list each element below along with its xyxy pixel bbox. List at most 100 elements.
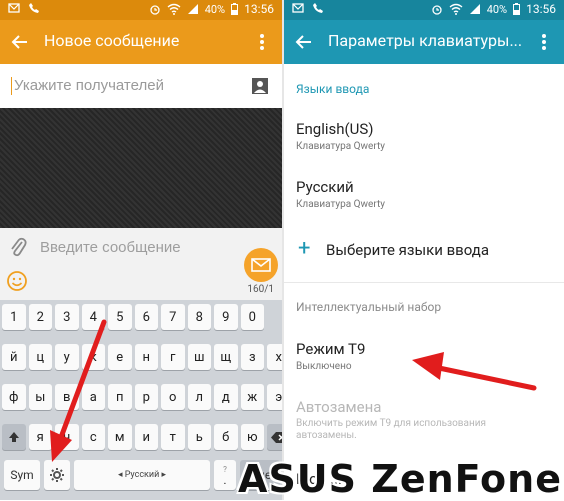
key[interactable]: й [2, 344, 26, 370]
language-subtitle: Клавиатура Qwerty [296, 199, 385, 210]
space-key[interactable]: ◂ Русский ▸ [74, 460, 210, 490]
section-header-smart-typing: Интеллектуальный набор [296, 300, 442, 314]
page-title: Новое сообщение [44, 31, 180, 50]
key[interactable]: ь [187, 424, 211, 450]
status-time: 13:56 [526, 2, 556, 16]
key[interactable]: п [108, 384, 132, 410]
alarm-icon [149, 3, 161, 15]
overflow-menu-icon[interactable] [532, 30, 556, 54]
section-header-input-languages: Языки ввода [296, 82, 370, 96]
key[interactable]: 2 [28, 304, 52, 330]
key[interactable]: 7 [161, 304, 185, 330]
key[interactable]: р [134, 384, 158, 410]
key[interactable]: м [108, 424, 132, 450]
phone-icon [312, 2, 324, 14]
language-title: English(US) [296, 120, 374, 138]
key[interactable]: с [81, 424, 105, 450]
t9-status: Выключено [296, 361, 352, 372]
key[interactable]: 0 [240, 304, 264, 330]
key[interactable]: б [214, 424, 238, 450]
divider [284, 282, 564, 283]
sym-key[interactable]: Sym [4, 460, 40, 490]
compose-bar: 160/1 [0, 228, 282, 300]
status-bar: 40% 13:56 [0, 0, 282, 20]
settings-key[interactable] [44, 460, 70, 490]
key[interactable]: е [108, 344, 132, 370]
attach-icon[interactable] [8, 236, 28, 260]
key[interactable]: т [161, 424, 185, 450]
contact-picker-icon[interactable] [250, 76, 270, 96]
gear-icon [50, 468, 64, 482]
key[interactable]: а [81, 384, 105, 410]
key[interactable]: ю [240, 424, 264, 450]
key[interactable]: л [187, 384, 211, 410]
letter-row-2: ф ы в а п р о л д ж э [2, 384, 282, 410]
language-title: Русский [296, 178, 354, 196]
keyboard-settings-screen: 40% 13:56 Параметры клавиатуры... Языки … [284, 0, 564, 500]
backspace-icon [270, 431, 282, 443]
character-counter: 160/1 [247, 284, 274, 295]
number-row: 1 2 3 4 5 6 7 8 9 0 [2, 304, 264, 330]
key[interactable]: з [240, 344, 264, 370]
punctuation-key[interactable]: ? . [214, 460, 236, 490]
notification-icon [8, 2, 20, 14]
key[interactable]: у [55, 344, 79, 370]
overflow-menu-icon[interactable] [250, 30, 274, 54]
key[interactable]: 4 [81, 304, 105, 330]
key[interactable]: н [134, 344, 158, 370]
add-languages-label: Выберите языки ввода [326, 241, 490, 259]
key[interactable]: ц [28, 344, 52, 370]
key[interactable]: и [134, 424, 158, 450]
autoreplace-subtitle: Включить режим Т9 для использования авто… [296, 418, 486, 441]
recipients-input[interactable] [12, 76, 236, 95]
signal-icon [469, 3, 481, 15]
key[interactable]: о [161, 384, 185, 410]
key[interactable]: ж [240, 384, 264, 410]
key[interactable]: д [214, 384, 238, 410]
letter-row-1: й ц у к е н г ш щ з х [2, 344, 282, 370]
key[interactable]: ф [2, 384, 26, 410]
key[interactable]: 1 [2, 304, 26, 330]
notification-icon [292, 2, 304, 14]
wifi-icon [449, 3, 463, 15]
watermark: ASUS ZenFone [238, 457, 562, 501]
punct-label: . [223, 473, 227, 487]
backspace-key[interactable] [267, 424, 282, 450]
status-bar: 40% 13:56 [284, 0, 564, 20]
text-caret [11, 77, 12, 95]
language-label: ◂ Русский ▸ [117, 470, 167, 480]
key[interactable]: 8 [187, 304, 211, 330]
conversation-area [0, 108, 282, 228]
key[interactable]: щ [214, 344, 238, 370]
emoji-icon[interactable] [6, 270, 28, 292]
key[interactable]: х [267, 344, 282, 370]
battery-percent: 40% [486, 2, 508, 16]
plus-icon: + [298, 236, 311, 261]
key[interactable]: я [28, 424, 52, 450]
signal-icon [187, 3, 199, 15]
phone-icon [28, 2, 40, 14]
key[interactable]: к [81, 344, 105, 370]
key[interactable]: 3 [55, 304, 79, 330]
action-bar: Параметры клавиатуры... [284, 20, 564, 64]
back-arrow-icon[interactable] [8, 30, 32, 54]
shift-key[interactable] [2, 424, 26, 450]
send-button[interactable] [244, 248, 278, 282]
message-input[interactable] [38, 238, 242, 257]
key[interactable]: 6 [134, 304, 158, 330]
key[interactable]: ы [28, 384, 52, 410]
back-arrow-icon[interactable] [292, 30, 316, 54]
key[interactable]: ч [55, 424, 79, 450]
action-bar: Новое сообщение [0, 20, 282, 64]
battery-icon [513, 3, 521, 15]
key[interactable]: э [267, 384, 282, 410]
key[interactable]: 5 [108, 304, 132, 330]
autoreplace-title: Автозамена [296, 398, 382, 416]
key[interactable]: в [55, 384, 79, 410]
key[interactable]: 9 [214, 304, 238, 330]
key[interactable]: г [161, 344, 185, 370]
language-subtitle: Клавиатура Qwerty [296, 141, 385, 152]
key[interactable]: ш [187, 344, 211, 370]
letter-row-3: я ч с м и т ь б ю [2, 424, 282, 450]
alarm-icon [431, 3, 443, 15]
